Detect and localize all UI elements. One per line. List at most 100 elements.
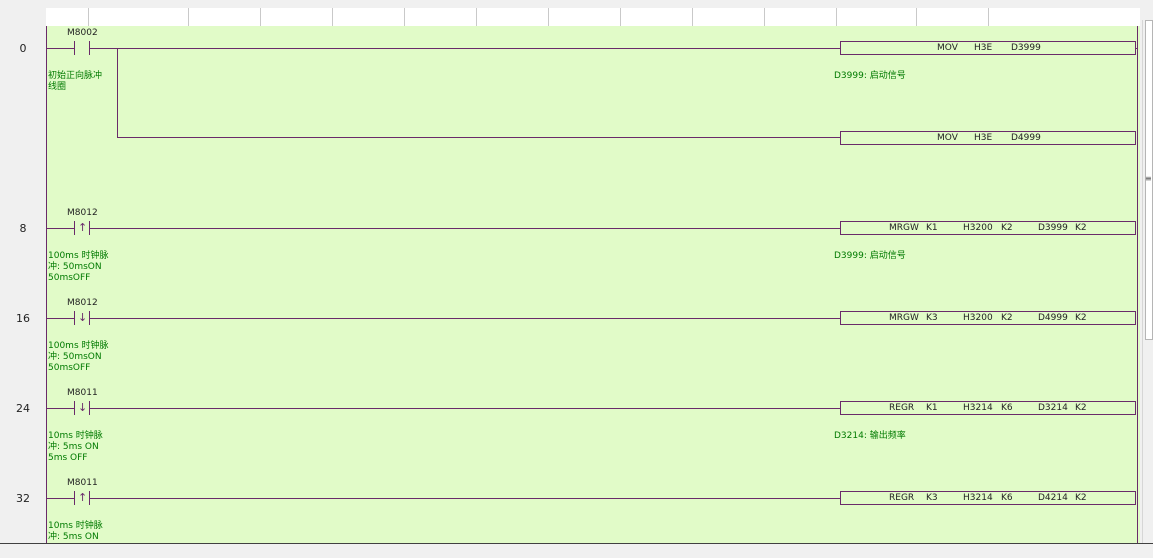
step-number: 24 xyxy=(16,402,30,415)
contact-bar xyxy=(74,41,75,55)
column-separator xyxy=(548,8,549,26)
vertical-scrollbar[interactable]: ≡ xyxy=(1142,20,1153,544)
instruction-box[interactable]: MOV H3E D4999 xyxy=(840,131,1136,145)
normally-open-contact[interactable] xyxy=(74,41,90,55)
wire xyxy=(90,498,840,499)
contact-bar xyxy=(74,221,75,235)
instruction-operand: H3200 xyxy=(963,223,993,233)
instruction-operand: K2 xyxy=(1075,493,1087,503)
column-header-row xyxy=(46,8,1140,27)
column-separator xyxy=(404,8,405,26)
falling-edge-icon: ↓ xyxy=(78,401,88,414)
instruction-comment: D3999: 启动信号 xyxy=(834,71,906,81)
contact-bar xyxy=(74,401,75,415)
instruction-operand: K3 xyxy=(926,493,938,503)
instruction-operand: K1 xyxy=(926,403,938,413)
column-separator xyxy=(260,8,261,26)
wire xyxy=(90,48,840,49)
rising-edge-contact[interactable]: ↑ xyxy=(74,221,90,235)
instruction-box[interactable]: MRGW K1 H3200 K2 D3999 K2 xyxy=(840,221,1136,235)
wire xyxy=(1136,48,1138,49)
step-number: 8 xyxy=(19,222,27,235)
wire xyxy=(47,498,74,499)
instruction-opcode: REGR xyxy=(889,493,915,503)
step-number: 32 xyxy=(16,492,30,505)
right-power-rail xyxy=(1137,26,1138,543)
column-separator xyxy=(88,8,89,26)
branch-wire xyxy=(117,48,118,138)
instruction-box[interactable]: REGR K3 H3214 K6 D4214 K2 xyxy=(840,491,1136,505)
column-separator xyxy=(332,8,333,26)
wire xyxy=(90,318,840,319)
instruction-comment: D3214: 输出频率 xyxy=(834,431,906,441)
instruction-operand: K6 xyxy=(1001,493,1013,503)
falling-edge-contact[interactable]: ↓ xyxy=(74,401,90,415)
contact-address[interactable]: M8011 xyxy=(67,478,98,488)
instruction-operand: H3214 xyxy=(963,403,993,413)
instruction-operand: K2 xyxy=(1075,223,1087,233)
wire xyxy=(117,137,840,138)
instruction-operand: K6 xyxy=(1001,403,1013,413)
instruction-opcode: MOV xyxy=(937,43,958,53)
instruction-operand: D4214 xyxy=(1038,493,1068,503)
column-separator xyxy=(476,8,477,26)
instruction-operand: K2 xyxy=(1001,313,1013,323)
bottom-border xyxy=(0,543,1153,558)
step-number: 16 xyxy=(16,312,30,325)
wire xyxy=(47,318,74,319)
instruction-operand: K2 xyxy=(1075,313,1087,323)
contact-address[interactable]: M8002 xyxy=(67,28,98,38)
ladder-canvas[interactable] xyxy=(46,26,1140,543)
column-separator xyxy=(620,8,621,26)
instruction-operand: D4999 xyxy=(1038,313,1068,323)
instruction-comment: D3999: 启动信号 xyxy=(834,251,906,261)
device-comment: 100ms 时钟脉 冲: 50msON 50msOFF xyxy=(48,341,109,373)
scrollbar-grip-icon: ≡ xyxy=(1145,174,1152,183)
instruction-operand: D4999 xyxy=(1011,133,1041,143)
wire xyxy=(47,228,74,229)
step-number-gutter xyxy=(0,8,46,544)
column-separator xyxy=(836,8,837,26)
instruction-operand: D3999 xyxy=(1038,223,1068,233)
device-comment: 10ms 时钟脉 冲: 5ms ON 5ms OFF xyxy=(48,431,103,463)
column-separator xyxy=(916,8,917,26)
device-comment: 初始正向脉冲 线圈 xyxy=(48,71,103,92)
contact-bar xyxy=(74,311,75,325)
column-separator xyxy=(692,8,693,26)
instruction-opcode: MOV xyxy=(937,133,958,143)
instruction-operand: K2 xyxy=(1001,223,1013,233)
contact-bar xyxy=(74,491,75,505)
contact-address[interactable]: M8011 xyxy=(67,388,98,398)
wire xyxy=(47,408,74,409)
device-comment: 100ms 时钟脉 冲: 50msON 50msOFF xyxy=(48,251,109,283)
column-separator xyxy=(988,8,989,26)
instruction-opcode: REGR xyxy=(889,403,915,413)
instruction-box[interactable]: MOV H3E D3999 xyxy=(840,41,1136,55)
column-separator xyxy=(188,8,189,26)
instruction-box[interactable]: REGR K1 H3214 K6 D3214 K2 xyxy=(840,401,1136,415)
instruction-operand: D3999 xyxy=(1011,43,1041,53)
wire xyxy=(47,48,74,49)
instruction-operand: H3200 xyxy=(963,313,993,323)
instruction-operand: H3E xyxy=(974,133,993,143)
step-number: 0 xyxy=(19,42,27,55)
instruction-operand: K2 xyxy=(1075,403,1087,413)
left-power-rail xyxy=(46,26,47,543)
instruction-opcode: MRGW xyxy=(889,223,919,233)
top-strip xyxy=(0,0,1153,8)
rising-edge-icon: ↑ xyxy=(78,221,88,234)
rising-edge-contact[interactable]: ↑ xyxy=(74,491,90,505)
falling-edge-contact[interactable]: ↓ xyxy=(74,311,90,325)
contact-address[interactable]: M8012 xyxy=(67,298,98,308)
instruction-operand: K1 xyxy=(926,223,938,233)
instruction-box[interactable]: MRGW K3 H3200 K2 D4999 K2 xyxy=(840,311,1136,325)
contact-address[interactable]: M8012 xyxy=(67,208,98,218)
instruction-operand: K3 xyxy=(926,313,938,323)
instruction-operand: D3214 xyxy=(1038,403,1068,413)
wire xyxy=(90,228,840,229)
instruction-operand: H3E xyxy=(974,43,993,53)
instruction-operand: H3214 xyxy=(963,493,993,503)
wire xyxy=(90,408,840,409)
rising-edge-icon: ↑ xyxy=(78,491,88,504)
device-comment: 10ms 时钟脉 冲: 5ms ON xyxy=(48,521,103,542)
